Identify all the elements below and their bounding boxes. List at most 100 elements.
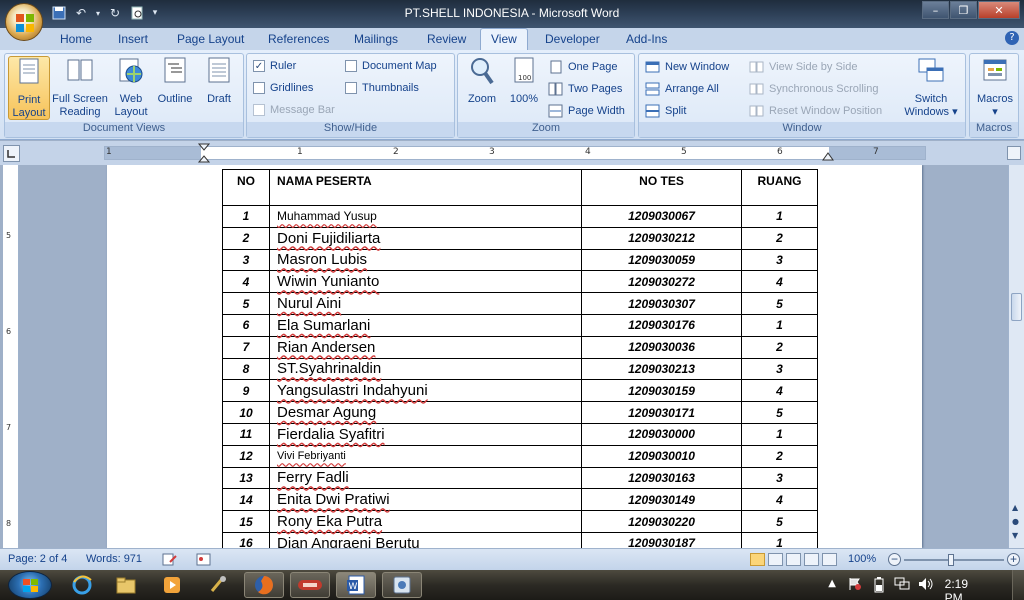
explorer-taskbar-button[interactable] <box>106 572 146 598</box>
indent-marker-icon[interactable] <box>198 143 210 163</box>
firefox-taskbar-button[interactable] <box>244 572 284 598</box>
split-button[interactable]: Split <box>645 104 686 118</box>
row-ruang[interactable]: 3 <box>741 357 818 381</box>
office-button[interactable] <box>5 3 43 41</box>
tab-developer[interactable]: Developer <box>545 31 600 47</box>
gridlines-checkbox[interactable]: Gridlines <box>253 82 313 94</box>
tools-taskbar-button[interactable] <box>198 572 238 598</box>
switch-windows-button[interactable]: Switch Windows ▾ <box>901 56 961 119</box>
new-window-button[interactable]: New Window <box>645 60 729 74</box>
row-ruang[interactable]: 5 <box>741 510 818 533</box>
tab-add-ins[interactable]: Add-Ins <box>626 31 667 47</box>
scrollbar-thumb[interactable] <box>1011 293 1022 321</box>
row-no-tes[interactable]: 1209030272 <box>581 270 742 294</box>
row-ruang[interactable]: 1 <box>741 205 818 228</box>
row-no-tes[interactable]: 1209030212 <box>581 226 742 250</box>
page-width-button[interactable]: Page Width <box>548 104 625 118</box>
help-icon[interactable]: ? <box>1005 31 1019 45</box>
row-name[interactable]: Rony Eka Putra <box>269 510 582 533</box>
row-ruang[interactable]: 5 <box>741 292 818 315</box>
row-no-tes[interactable]: 1209030176 <box>581 313 742 337</box>
row-ruang[interactable]: 4 <box>741 379 818 403</box>
tray-expand-icon[interactable]: ▲ <box>828 578 836 589</box>
row-name[interactable]: Muhammad Yusup <box>269 205 582 228</box>
row-no[interactable]: 14 <box>222 488 270 512</box>
row-ruang[interactable]: 3 <box>741 466 818 490</box>
document-page[interactable]: NO NAMA PESERTA NO TES RUANG 1 Muhammad Y… <box>107 165 922 548</box>
internet-explorer-taskbar-button[interactable] <box>62 572 102 598</box>
thumbnails-checkbox[interactable]: Thumbnails <box>345 82 419 94</box>
draft-view-icon[interactable] <box>822 553 837 566</box>
row-name[interactable]: Yangsulastri Indahyuni <box>269 379 582 403</box>
zoom-thumb[interactable] <box>948 554 954 566</box>
next-page-icon[interactable]: ▼ <box>1012 531 1018 540</box>
tab-selector-icon[interactable] <box>3 145 20 162</box>
vertical-ruler[interactable]: 5 6 7 8 <box>3 165 19 548</box>
ruler-checkbox[interactable]: ✓ Ruler <box>253 60 296 72</box>
word-count[interactable]: Words: 971 <box>86 553 142 565</box>
tab-view[interactable]: View <box>480 28 528 50</box>
row-no[interactable]: 7 <box>222 335 270 359</box>
tab-page-layout[interactable]: Page Layout <box>177 31 244 47</box>
tab-home[interactable]: Home <box>60 31 92 47</box>
battery-icon[interactable] <box>874 577 884 596</box>
row-name[interactable]: ST.Syahrinaldin <box>269 357 582 381</box>
row-name[interactable]: Dian Angraeni Berutu <box>269 531 582 548</box>
previous-page-icon[interactable]: ▲ <box>1012 503 1018 512</box>
outline-view-icon[interactable] <box>804 553 819 566</box>
show-desktop-button[interactable] <box>1012 570 1024 600</box>
full-screen-reading-button[interactable]: Full Screen Reading <box>52 56 108 119</box>
row-name[interactable]: Vivi Febriyanti <box>269 444 582 468</box>
start-button[interactable] <box>8 571 52 599</box>
proofing-icon[interactable] <box>162 553 178 569</box>
row-no[interactable]: 8 <box>222 357 270 381</box>
one-page-button[interactable]: One Page <box>548 60 618 74</box>
row-no[interactable]: 13 <box>222 466 270 490</box>
row-name[interactable]: Ferry Fadli <box>269 466 582 490</box>
row-name[interactable]: Rian Andersen <box>269 335 582 359</box>
row-no[interactable]: 5 <box>222 292 270 315</box>
macros-button[interactable]: Macros ▾ <box>974 56 1016 119</box>
tab-review[interactable]: Review <box>427 31 466 47</box>
full-screen-view-icon[interactable] <box>768 553 783 566</box>
row-name[interactable]: Masron Lubis <box>269 248 582 272</box>
row-no[interactable]: 3 <box>222 248 270 272</box>
outline-button[interactable]: Outline <box>153 56 197 106</box>
row-no[interactable]: 11 <box>222 422 270 446</box>
row-ruang[interactable]: 2 <box>741 444 818 468</box>
tab-references[interactable]: References <box>268 31 329 47</box>
print-layout-button[interactable]: Print Layout <box>8 56 50 120</box>
row-ruang[interactable]: 5 <box>741 401 818 424</box>
utility-taskbar-button[interactable] <box>382 572 422 598</box>
right-indent-marker-icon[interactable] <box>822 149 834 161</box>
arrange-all-button[interactable]: Arrange All <box>645 82 719 96</box>
maximize-button[interactable]: ❐ <box>950 1 977 19</box>
app-taskbar-button[interactable] <box>290 572 330 598</box>
row-name[interactable]: Fierdalia Syafitri <box>269 422 582 446</box>
row-name[interactable]: Doni Fujidiliarta <box>269 226 582 250</box>
row-no-tes[interactable]: 1209030213 <box>581 357 742 381</box>
print-layout-view-icon[interactable] <box>750 553 765 566</box>
view-ruler-icon[interactable] <box>1007 146 1021 160</box>
row-name[interactable]: Wiwin Yunianto <box>269 270 582 294</box>
row-no-tes[interactable]: 1209030307 <box>581 292 742 315</box>
clock[interactable]: 2:19 PM <box>945 577 968 600</box>
row-no-tes[interactable]: 1209030187 <box>581 531 742 548</box>
zoom-button[interactable]: Zoom <box>464 56 500 106</box>
row-ruang[interactable]: 4 <box>741 270 818 294</box>
row-ruang[interactable]: 1 <box>741 422 818 446</box>
row-no[interactable]: 6 <box>222 313 270 337</box>
tab-mailings[interactable]: Mailings <box>354 31 398 47</box>
row-no-tes[interactable]: 1209030163 <box>581 466 742 490</box>
zoom-in-icon[interactable]: + <box>1007 553 1020 566</box>
two-pages-button[interactable]: Two Pages <box>548 82 622 96</box>
row-no[interactable]: 4 <box>222 270 270 294</box>
web-layout-button[interactable]: Web Layout <box>113 56 149 119</box>
row-no[interactable]: 1 <box>222 205 270 228</box>
row-no[interactable]: 15 <box>222 510 270 533</box>
zoom-slider[interactable]: − + <box>888 553 1020 567</box>
row-no[interactable]: 12 <box>222 444 270 468</box>
row-no[interactable]: 9 <box>222 379 270 403</box>
document-map-checkbox[interactable]: Document Map <box>345 60 437 72</box>
tab-insert[interactable]: Insert <box>118 31 148 47</box>
